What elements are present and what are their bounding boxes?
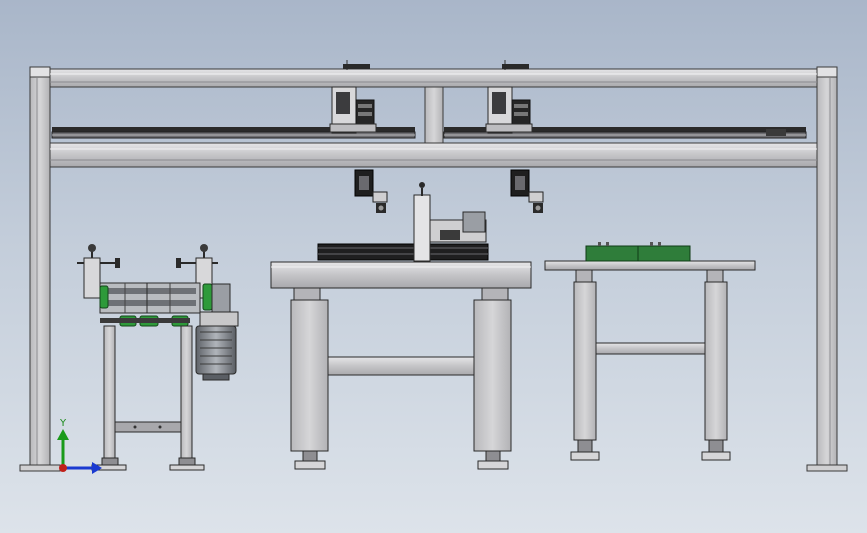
drive-motor[interactable]: [195, 325, 237, 381]
pcb-board[interactable]: [585, 242, 691, 262]
gantry-column-right-cap: [816, 66, 838, 78]
gantry-column-left[interactable]: [29, 71, 51, 469]
cad-viewport[interactable]: Y: [0, 0, 867, 533]
gantry-foot-left: [19, 464, 61, 472]
work-table-middle[interactable]: [270, 182, 532, 470]
gantry-top-beam[interactable]: [49, 68, 818, 88]
gantry-column-right[interactable]: [816, 71, 838, 469]
triad-y-label: Y: [59, 418, 67, 429]
gantry-lower-beam[interactable]: [49, 142, 818, 168]
gantry-center-post: [424, 86, 444, 146]
gantry-foot-right: [806, 464, 848, 472]
cad-drawing[interactable]: Y: [0, 0, 867, 533]
conveyor-module[interactable]: [317, 182, 489, 262]
roller-machine[interactable]: [77, 244, 239, 471]
coordinate-triad: Y: [57, 418, 102, 474]
gantry-column-left-cap: [29, 66, 51, 78]
work-table-right[interactable]: [544, 242, 756, 461]
triad-origin: [59, 464, 67, 472]
